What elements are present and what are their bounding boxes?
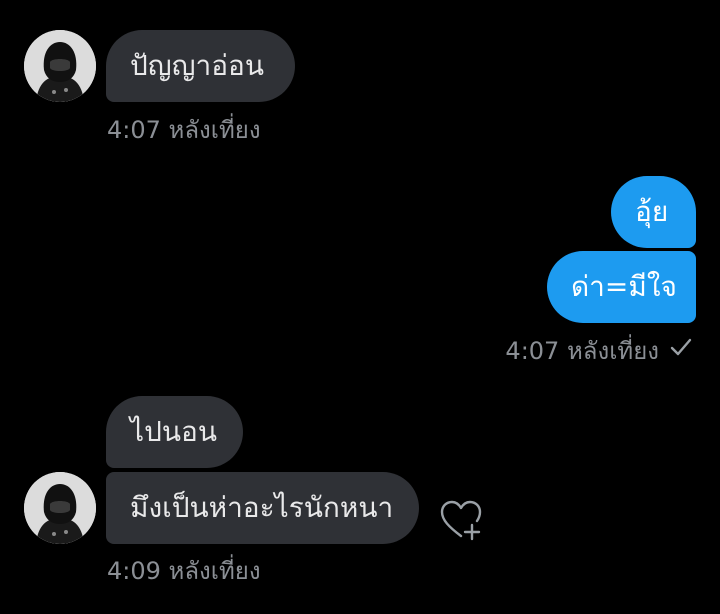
message-bubble-outgoing[interactable]: ด่า=มีใจ <box>547 251 696 323</box>
message-timestamp: 4:09 หลังเที่ยง <box>107 557 261 585</box>
message-bubble-outgoing[interactable]: อุ้ย <box>611 176 696 248</box>
message-bubble-incoming[interactable]: มึงเป็นห่าอะไรนักหนา <box>106 472 419 544</box>
message-text: ปัญญาอ่อน <box>130 49 264 82</box>
sent-check-icon <box>670 338 692 356</box>
message-text: ด่า=มีใจ <box>571 270 677 303</box>
profile-avatar-icon <box>24 30 96 102</box>
profile-avatar-icon <box>24 472 96 544</box>
message-text: อุ้ย <box>635 195 669 228</box>
message-timestamp: 4:07 หลังเที่ยง <box>107 116 261 144</box>
message-bubble-incoming[interactable]: ปัญญาอ่อน <box>106 30 295 102</box>
heart-plus-icon[interactable] <box>439 499 483 541</box>
sender-avatar[interactable] <box>24 472 96 544</box>
message-bubble-incoming[interactable]: ไปนอน <box>106 396 243 468</box>
message-timestamp: 4:07 หลังเที่ยง <box>505 337 659 365</box>
message-text: มึงเป็นห่าอะไรนักหนา <box>130 491 394 524</box>
message-text: ไปนอน <box>130 415 217 448</box>
sender-avatar[interactable] <box>24 30 96 102</box>
